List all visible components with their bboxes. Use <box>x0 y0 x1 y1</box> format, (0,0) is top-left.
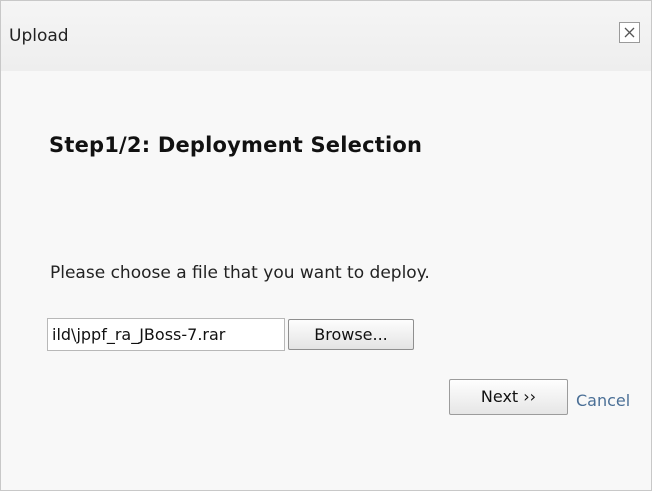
close-icon <box>624 27 635 38</box>
file-path-input[interactable]: ild\jppf_ra_JBoss-7.rar <box>47 318 285 351</box>
cancel-link[interactable]: Cancel <box>576 391 630 410</box>
next-button[interactable]: Next ›› <box>449 379 568 415</box>
step-title: Step1/2: Deployment Selection <box>49 133 423 157</box>
close-button[interactable] <box>619 22 640 43</box>
dialog-content: Step1/2: Deployment Selection Please cho… <box>1 71 651 490</box>
deploy-instruction: Please choose a file that you want to de… <box>50 263 430 283</box>
upload-dialog: Upload Step1/2: Deployment Selection Ple… <box>0 0 652 491</box>
dialog-title: Upload <box>9 26 69 46</box>
dialog-titlebar: Upload <box>1 1 651 71</box>
browse-button[interactable]: Browse... <box>288 319 414 350</box>
